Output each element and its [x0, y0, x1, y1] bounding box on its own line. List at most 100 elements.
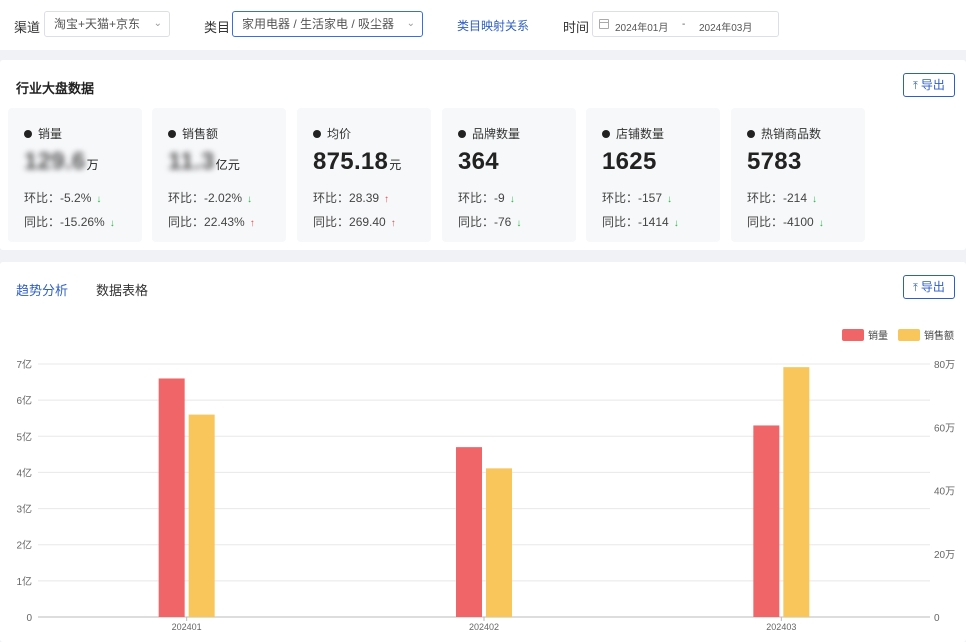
category-select[interactable]: 家用电器 / 生活家电 / 吸尘器 ⌄	[232, 11, 423, 37]
legend-label: 销量	[868, 329, 888, 342]
calendar-icon	[599, 19, 609, 29]
metric-number: 364	[458, 148, 499, 175]
industry-title: 行业大盘数据	[16, 81, 95, 96]
mom-label: 环比：	[168, 191, 205, 205]
yoy-value: 269.40	[349, 215, 386, 229]
y-left-tick-label: 1亿	[16, 575, 32, 588]
arrow-down-icon: ↓	[818, 218, 824, 229]
trend-export-button[interactable]: ⤒ 导出	[903, 275, 955, 299]
y-left-tick-label: 5亿	[16, 430, 32, 443]
mom-value: -5.2%	[60, 191, 92, 205]
metric-number: 1625	[602, 148, 657, 175]
y-right-tick-label: 80万	[934, 360, 955, 371]
chevron-down-icon: ⌄	[406, 18, 415, 29]
y-left-tick-label: 4亿	[16, 466, 32, 479]
date-start: 2024年01月	[615, 23, 669, 34]
bar-sales-amount	[783, 367, 810, 617]
metric-number: 11.3	[168, 148, 215, 175]
metric-mom: 环比：28.39 ↑	[313, 189, 389, 206]
y-left-tick-label: 2亿	[16, 539, 32, 552]
yoy-value: -4100	[783, 215, 814, 229]
x-tick-label: 202402	[469, 622, 499, 632]
category-select-value: 家用电器 / 生活家电 / 吸尘器	[242, 17, 395, 31]
metric-mom: 环比：-5.2% ↓	[24, 189, 101, 206]
metric-number: 129.6	[24, 148, 86, 175]
arrow-down-icon: ↓	[812, 194, 818, 205]
y-right-tick-label: 20万	[934, 550, 955, 561]
metric-name: 销量	[24, 125, 62, 142]
yoy-value: -1414	[638, 215, 669, 229]
mom-label: 环比：	[747, 191, 784, 205]
metric-number: 5783	[747, 148, 802, 175]
x-tick-label: 202401	[172, 622, 202, 632]
arrow-down-icon: ↓	[96, 194, 102, 205]
metric-name: 均价	[313, 125, 351, 142]
yoy-label: 同比：	[458, 215, 495, 229]
metric-yoy: 同比：22.43% ↑	[168, 213, 255, 230]
metric-number: 875.18	[313, 148, 389, 175]
date-range-picker[interactable]: 2024年01月 - 2024年03月	[592, 11, 779, 37]
mom-label: 环比：	[313, 191, 350, 205]
metric-name: 热销商品数	[747, 125, 821, 142]
metric-name: 店铺数量	[602, 125, 664, 142]
arrow-down-icon: ↓	[516, 218, 522, 229]
arrow-down-icon: ↓	[247, 194, 253, 205]
channel-select[interactable]: 淘宝+天猫+京东 ⌄	[44, 11, 170, 37]
metric-mom: 环比：-9 ↓	[458, 189, 515, 206]
mom-label: 环比：	[458, 191, 495, 205]
bar-sales-amount	[188, 414, 215, 617]
mom-value: -214	[783, 191, 808, 205]
category-mapping-link[interactable]: 类目映射关系	[457, 17, 529, 34]
y-left-tick-label: 7亿	[16, 358, 32, 371]
y-left-tick-label: 3亿	[16, 503, 32, 516]
filter-bar: 渠道 淘宝+天猫+京东 ⌄ 类目 家用电器 / 生活家电 / 吸尘器 ⌄ 类目映…	[0, 0, 966, 50]
chevron-down-icon: ⌄	[153, 18, 162, 29]
y-right-tick-label: 0	[934, 613, 940, 624]
industry-panel: 行业大盘数据 ⤒ 导出 销量 129.6万 环比：-5.2% ↓ 同比：-15.26% ↓ 销…	[0, 60, 966, 250]
mom-value: -2.02%	[204, 191, 243, 205]
metric-value: 1625	[602, 148, 658, 176]
yoy-label: 同比：	[313, 215, 350, 229]
legend-swatch	[898, 329, 920, 341]
metric-mom: 环比：-214 ↓	[747, 189, 817, 206]
metric-yoy: 同比：269.40 ↑	[313, 213, 396, 230]
metric-yoy: 同比：-1414 ↓	[602, 213, 679, 230]
metric-unit: 万	[86, 158, 99, 172]
mom-value: 28.39	[349, 191, 380, 205]
tab-data-table[interactable]: 数据表格	[96, 280, 148, 299]
date-separator: -	[682, 19, 686, 30]
bar-sales-volume	[753, 425, 780, 617]
metric-unit: 亿元	[215, 158, 241, 172]
tab-trend-analysis[interactable]: 趋势分析	[16, 280, 68, 299]
channel-select-value: 淘宝+天猫+京东	[54, 17, 141, 31]
legend-label: 销售额	[924, 329, 954, 342]
metric-card: 品牌数量 364 环比：-9 ↓ 同比：-76 ↓	[442, 108, 576, 242]
export-label: 导出	[920, 78, 945, 92]
metric-card: 销量 129.6万 环比：-5.2% ↓ 同比：-15.26% ↓	[8, 108, 142, 242]
y-left-tick-label: 0	[26, 613, 32, 624]
yoy-value: 22.43%	[204, 215, 245, 229]
arrow-down-icon: ↓	[509, 194, 515, 205]
metric-unit: 元	[389, 158, 402, 172]
metric-card: 热销商品数 5783 环比：-214 ↓ 同比：-4100 ↓	[731, 108, 865, 242]
y-right-tick-label: 40万	[934, 487, 955, 498]
channel-label: 渠道	[14, 20, 41, 35]
yoy-label: 同比：	[602, 215, 639, 229]
metric-name: 销售额	[168, 125, 218, 142]
metric-yoy: 同比：-76 ↓	[458, 213, 521, 230]
trend-chart: 0 1亿 2亿 3亿 4亿 5亿 6亿 7亿 0 20万 40万 60万 80万 202401 202402…	[16, 329, 955, 632]
legend-swatch	[842, 329, 864, 341]
industry-export-button[interactable]: ⤒ 导出	[903, 73, 955, 97]
mom-label: 环比：	[602, 191, 639, 205]
mom-label: 环比：	[24, 191, 61, 205]
metric-card: 均价 875.18元环比：28.39 ↑ 同比：269.40 ↑	[297, 108, 431, 242]
arrow-down-icon: ↓	[673, 218, 679, 229]
x-tick-label: 202403	[766, 622, 796, 632]
bar-sales-volume	[158, 378, 185, 617]
metric-name: 品牌数量	[458, 125, 520, 142]
bar-sales-volume	[456, 447, 482, 617]
yoy-label: 同比：	[747, 215, 784, 229]
metric-mom: 环比：-2.02% ↓	[168, 189, 252, 206]
metric-card: 店铺数量 1625 环比：-157 ↓ 同比：-1414 ↓	[586, 108, 720, 242]
metric-value: 129.6万	[24, 148, 99, 176]
